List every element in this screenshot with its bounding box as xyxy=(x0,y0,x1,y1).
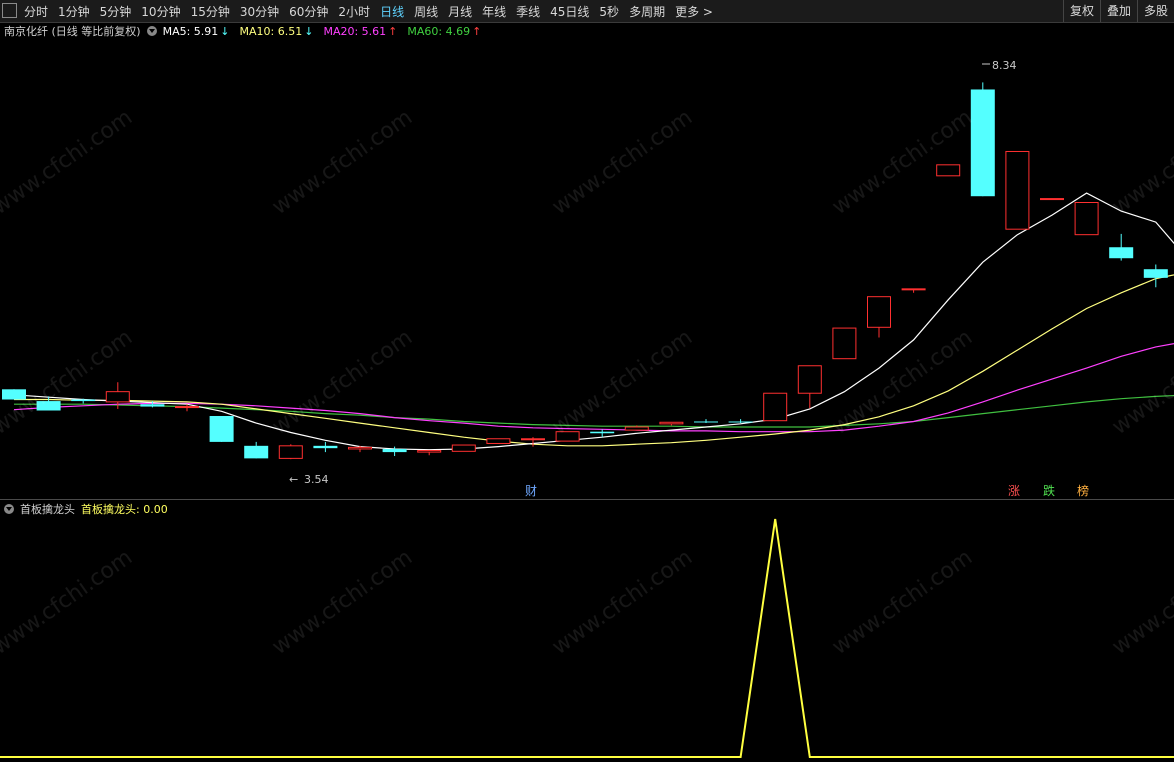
toolbar-button-0[interactable]: 复权 xyxy=(1062,0,1100,22)
ma5-value: MA5: 5.91 xyxy=(162,24,219,38)
candle-body xyxy=(2,389,26,400)
period-tab-5[interactable]: 30分钟 xyxy=(240,3,279,20)
panel-toggle-button[interactable] xyxy=(2,3,17,18)
indicator-info: 首板擒龙头 首板擒龙头: 0.00 xyxy=(4,501,168,517)
period-tab-16[interactable]: 更多 > xyxy=(675,3,713,20)
candle-body xyxy=(590,431,615,434)
candle-body xyxy=(1005,150,1030,230)
candle-body xyxy=(521,438,545,441)
ma60-arrow-icon: ↑ xyxy=(472,24,482,38)
event-marker-bang: 榜 xyxy=(1077,483,1089,498)
chart-labels: 8.34 ← 3.54 财 涨 跌 榜 xyxy=(289,59,1089,498)
ma10-arrow-icon: ↓ xyxy=(304,24,314,38)
period-tab-11[interactable]: 年线 xyxy=(482,3,506,20)
candle-body xyxy=(278,445,303,459)
ma60-value: MA60: 4.69 xyxy=(407,24,471,38)
candle-body xyxy=(140,404,165,407)
period-tab-14[interactable]: 5秒 xyxy=(599,3,619,20)
candle-body xyxy=(832,327,857,360)
period-tab-10[interactable]: 月线 xyxy=(448,3,472,20)
period-toolbar: 分时 1分钟 5分钟 10分钟 15分钟 30分钟 60分钟 2小时 日线 周线 月线 年线 季线 45日… xyxy=(0,0,1174,23)
candle-body xyxy=(936,164,961,177)
period-tab-3[interactable]: 10分钟 xyxy=(141,3,180,20)
settings-dropdown-icon[interactable] xyxy=(146,26,157,36)
moving-average-lines xyxy=(13,192,1174,451)
indicator-value: 首板擒龙头: 0.00 xyxy=(81,503,168,516)
candle-body xyxy=(209,415,234,442)
event-marker-zhang: 涨 xyxy=(1008,483,1020,498)
candle-body xyxy=(1143,269,1168,278)
candle-body xyxy=(867,296,891,328)
candle-body xyxy=(728,421,753,423)
candle-body xyxy=(624,426,649,431)
period-tabs: 分时 1分钟 5分钟 10分钟 15分钟 30分钟 60分钟 2小时 日线 周线 月线 年线 季线 45日… xyxy=(24,0,723,22)
candle-body xyxy=(36,401,61,411)
candle-body xyxy=(486,438,511,444)
ma10-line xyxy=(14,274,1174,447)
candlesticks xyxy=(2,82,1168,460)
event-marker-die: 跌 xyxy=(1043,483,1055,498)
period-tab-12[interactable]: 季线 xyxy=(516,3,540,20)
ma20-line xyxy=(13,342,1174,433)
period-tab-9[interactable]: 周线 xyxy=(414,3,438,20)
stock-name[interactable]: 南京化纤 (日线 等比前复权) xyxy=(4,23,141,39)
ma10-value: MA10: 6.51 xyxy=(239,24,303,38)
period-tab-13[interactable]: 45日线 xyxy=(550,3,589,20)
candle-body xyxy=(694,421,718,423)
toolbar-button-1[interactable]: 叠加 xyxy=(1099,0,1137,22)
period-tab-2[interactable]: 5分钟 xyxy=(100,3,132,20)
toolbar-button-2[interactable]: 多股 xyxy=(1136,0,1174,22)
candle-body xyxy=(105,391,130,403)
indicator-name[interactable]: 首板擒龙头 xyxy=(20,501,75,517)
candle-body xyxy=(1109,247,1134,259)
indicator-dropdown-icon[interactable] xyxy=(4,504,14,514)
period-tab-15[interactable]: 多周期 xyxy=(629,3,665,20)
main-chart-info: 南京化纤 (日线 等比前复权) MA5: 5.91 ↓ MA10: 6.51 ↓… xyxy=(4,23,481,39)
period-tab-7[interactable]: 2小时 xyxy=(338,3,370,20)
candle-body xyxy=(382,448,407,453)
candle-body xyxy=(555,431,580,442)
candle-body xyxy=(71,399,96,402)
ma60-line xyxy=(14,394,1174,428)
candle-body xyxy=(417,450,442,453)
candle-body xyxy=(901,288,926,291)
low-price-label: 3.54 xyxy=(304,473,329,486)
period-tab-4[interactable]: 15分钟 xyxy=(191,3,230,20)
period-tab-1[interactable]: 1分钟 xyxy=(58,3,90,20)
period-tab-6[interactable]: 60分钟 xyxy=(289,3,328,20)
candle-body xyxy=(1074,201,1099,236)
candle-body xyxy=(313,445,338,449)
toolbar-right-buttons: 复权 叠加 多股 xyxy=(1062,0,1174,22)
period-tab-8[interactable]: 日线 xyxy=(380,3,404,20)
ma20-arrow-icon: ↑ xyxy=(388,24,398,38)
low-marker-arrow: ← xyxy=(289,473,298,486)
ma5-arrow-icon: ↓ xyxy=(220,24,230,38)
candle-body xyxy=(659,421,684,425)
candle-body xyxy=(244,445,269,459)
candle-body xyxy=(1040,198,1064,201)
ma20-value: MA20: 5.61 xyxy=(323,24,387,38)
indicator-panel xyxy=(0,518,1174,758)
kline-chart[interactable]: 8.34 ← 3.54 财 涨 跌 榜 xyxy=(0,0,1174,762)
panel-divider[interactable] xyxy=(0,499,1174,500)
indicator-line xyxy=(0,518,1174,758)
candle-body xyxy=(451,444,476,452)
candle-body xyxy=(763,392,788,422)
period-tab-0[interactable]: 分时 xyxy=(24,3,48,20)
candle-body xyxy=(175,406,199,409)
event-marker-cai: 财 xyxy=(525,484,537,498)
candle-body xyxy=(797,365,822,394)
high-price-label: 8.34 xyxy=(992,59,1017,72)
candle-body xyxy=(970,89,995,197)
candle-body xyxy=(348,446,372,450)
